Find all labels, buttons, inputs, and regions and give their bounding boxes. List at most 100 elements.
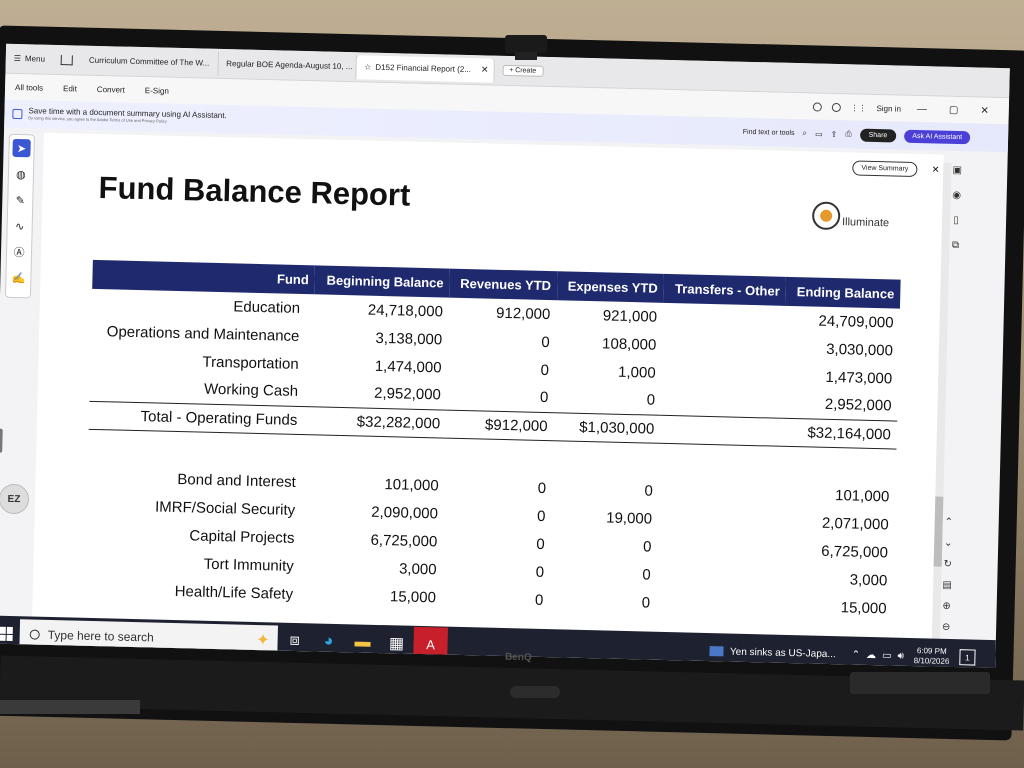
menu-label: Menu (24, 54, 46, 64)
illuminate-logo: Illuminate (811, 201, 890, 231)
help-icon[interactable] (812, 101, 822, 112)
col-expenses-ytd: Expenses YTD (556, 271, 665, 303)
sign-in-link[interactable]: Sign in (876, 103, 901, 113)
cell-transfers (661, 359, 784, 390)
comment-tool-icon[interactable]: ◍ (12, 165, 30, 183)
cell-expenses: 19,000 (606, 509, 653, 528)
report-title: Fund Balance Report (98, 170, 411, 213)
windows-logo-icon (0, 626, 13, 642)
cell-transfers (656, 589, 779, 620)
view-summary-button[interactable]: View Summary (852, 160, 918, 178)
power-button[interactable] (510, 686, 560, 698)
task-view-icon[interactable]: ⧈ (277, 624, 312, 659)
ez-button[interactable]: EZ (0, 483, 30, 515)
close-tab-icon[interactable]: ✕ (481, 64, 489, 75)
onedrive-icon[interactable]: ☁ (866, 649, 876, 660)
network-icon[interactable]: ▭ (882, 650, 892, 661)
menu-all-tools[interactable]: All tools (5, 82, 53, 92)
chevron-up-icon[interactable]: ⌃ (852, 649, 861, 660)
home-icon[interactable] (60, 54, 74, 65)
pages-panel-icon[interactable]: ⧉ (952, 240, 959, 251)
cell-ending: 3,000 (849, 570, 888, 589)
share-button[interactable]: Share (859, 128, 897, 142)
menu-edit[interactable]: Edit (53, 83, 87, 93)
clock-date: 8/10/2026 (913, 656, 950, 666)
cell-beginning: 3,000 (398, 559, 437, 578)
file-explorer-icon[interactable]: ▬ (345, 625, 380, 660)
zoom-in-icon[interactable]: ⊕ (942, 601, 951, 612)
save-icon[interactable]: ▭ (815, 129, 823, 138)
cell-ending: 2,952,000 (824, 396, 892, 415)
cell-transfers (658, 477, 781, 508)
minimize-icon[interactable]: — (911, 103, 933, 115)
cell-expenses: 0 (642, 537, 652, 556)
cell-ending: 6,725,000 (821, 542, 889, 561)
tab-label: Curriculum Committee of The W... (88, 55, 210, 68)
cell-transfers (658, 505, 781, 536)
cell-revenues: 0 (540, 361, 550, 379)
menu-convert[interactable]: Convert (87, 84, 135, 94)
summary-panel-icon[interactable]: ▣ (952, 165, 962, 176)
ask-ai-button[interactable]: Ask AI Assistant (904, 129, 971, 144)
edge-icon[interactable]: ◕ (311, 624, 346, 659)
create-button[interactable]: + Create (502, 64, 544, 77)
cell-beginning: 3,138,000 (375, 329, 443, 348)
cell-ending: 15,000 (840, 598, 887, 617)
upload-icon[interactable]: ⇪ (830, 129, 837, 138)
monitor-brand: BenQ (504, 651, 532, 664)
hamburger-icon: ☰ (13, 53, 22, 64)
menu-esign[interactable]: E-Sign (135, 85, 179, 96)
cell-expenses: 0 (646, 391, 656, 409)
news-widget[interactable]: Yen sinks as US-Japa... (709, 646, 836, 660)
close-window-icon[interactable]: ✕ (974, 105, 995, 116)
panel-handle[interactable] (0, 428, 3, 453)
start-button[interactable] (0, 616, 20, 653)
store-icon[interactable]: ▦ (379, 626, 414, 661)
maximize-icon[interactable]: ▢ (943, 104, 965, 116)
find-tools-search[interactable]: Find text or tools (743, 128, 795, 136)
bell-icon[interactable] (831, 102, 841, 112)
volume-icon[interactable]: 🔊︎ (897, 650, 904, 661)
tab-financial-report[interactable]: ☆ D152 Financial Report (2... ✕ (355, 54, 495, 83)
left-tool-rail: ➤ ◍ ✎ ∿ Ⓐ ✍ (4, 133, 35, 299)
taskbar-search[interactable]: Type here to search ✦ (19, 619, 279, 656)
cell-revenues: 0 (541, 333, 550, 351)
comment-panel-icon[interactable]: ◉ (952, 190, 961, 201)
screen: ☰ Menu Curriculum Committee of The W... … (0, 43, 1010, 669)
webcam (505, 35, 547, 53)
search-icon[interactable]: ⌕ (802, 128, 807, 138)
chevron-up-icon[interactable]: ⌃ (944, 517, 953, 528)
cursor-tool-icon[interactable]: ➤ (12, 138, 31, 158)
col-beginning-balance: Beginning Balance (314, 265, 450, 298)
refresh-icon[interactable]: ↻ (943, 559, 952, 570)
sparkle-icon: ✦ (256, 632, 270, 650)
cell-revenues: 0 (537, 479, 547, 497)
acrobat-icon[interactable]: A (413, 626, 449, 662)
monitor-bezel: ☰ Menu Curriculum Committee of The W... … (0, 25, 1024, 741)
pen-tool-icon[interactable]: ✎ (11, 191, 29, 209)
chevron-down-icon[interactable]: ⌄ (944, 538, 953, 549)
clock[interactable]: 6:09 PM 8/10/2026 (914, 646, 950, 668)
apps-grid-icon[interactable]: ⋮⋮ (850, 103, 866, 112)
sign-tool-icon[interactable]: ✍ (9, 269, 27, 287)
notification-icon[interactable]: 1 (959, 649, 976, 666)
print-icon[interactable]: ⎙ (845, 129, 852, 139)
cell-expenses: 1,000 (617, 363, 656, 382)
bookmark-panel-icon[interactable]: ▯ (953, 215, 959, 226)
close-summary-icon[interactable]: ✕ (932, 164, 940, 175)
col-ending-balance: Ending Balance (785, 276, 901, 309)
front-ports (850, 672, 990, 694)
text-tool-icon[interactable]: Ⓐ (10, 243, 28, 261)
cell-revenues: 0 (535, 563, 545, 581)
tab-curriculum[interactable]: Curriculum Committee of The W... (80, 48, 219, 76)
cell-transfers (659, 414, 783, 446)
zoom-out-icon[interactable]: ⊖ (942, 622, 951, 633)
page-fit-icon[interactable]: ▤ (942, 580, 952, 591)
logo-text: Illuminate (841, 216, 890, 230)
menu-button[interactable]: ☰ Menu (6, 54, 53, 64)
cell-expenses: 0 (644, 481, 654, 500)
tab-boe-agenda[interactable]: Regular BOE Agenda-August 10, ... (217, 51, 357, 79)
lightbulb-icon (811, 201, 841, 231)
draw-tool-icon[interactable]: ∿ (10, 217, 28, 235)
fund-balance-table: Fund Beginning Balance Revenues YTD Expe… (85, 259, 901, 623)
